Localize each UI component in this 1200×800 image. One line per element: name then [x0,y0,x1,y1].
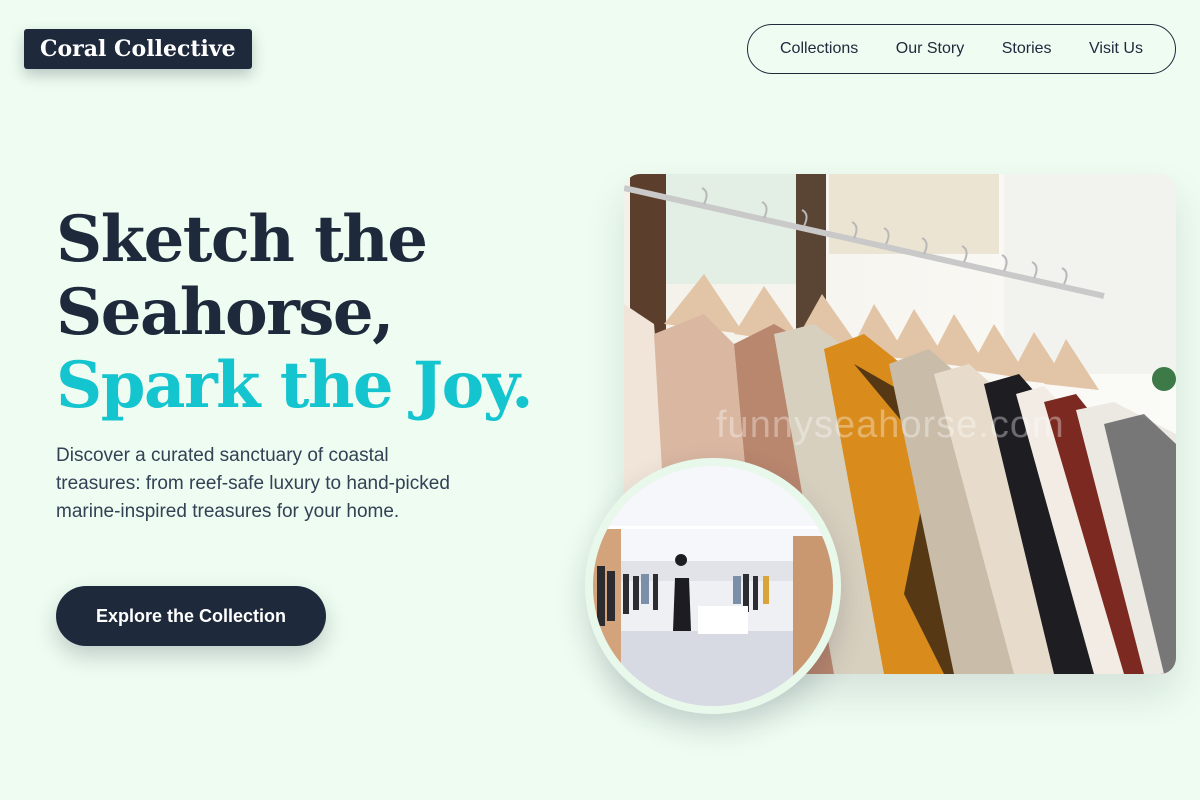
hero-headline: Sketch the Seahorse, Spark the Joy. [56,202,533,423]
headline-line-1: Sketch the [56,202,428,277]
watermark-text: funnyseahorse.com [716,404,1065,446]
nav-item-visit-us[interactable]: Visit Us [1089,40,1143,58]
nav-item-our-story[interactable]: Our Story [896,40,964,58]
headline-accent-line: Spark the Joy. [56,348,533,423]
explore-collection-button[interactable]: Explore the Collection [56,586,326,646]
nav-item-stories[interactable]: Stories [1002,40,1052,58]
headline-line-2: Seahorse, [56,275,394,350]
boutique-interior-image [585,458,841,714]
hero-description: Discover a curated sanctuary of coastal … [56,445,450,522]
nav-item-collections[interactable]: Collections [780,40,858,58]
main-nav: Collections Our Story Stories Visit Us [747,24,1176,74]
brand-logo[interactable]: Coral Collective [24,29,252,69]
